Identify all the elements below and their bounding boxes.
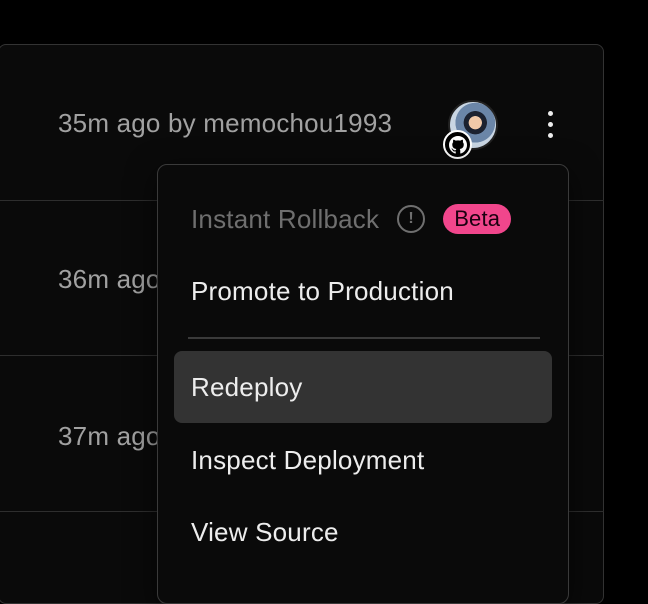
menu-item-instant-rollback[interactable]: Instant Rollback ! Beta	[174, 183, 552, 255]
menu-item-redeploy[interactable]: Redeploy	[174, 351, 552, 423]
menu-item-view-source[interactable]: View Source	[174, 496, 552, 568]
menu-divider	[188, 337, 540, 339]
github-icon	[443, 130, 472, 159]
deployment-meta: 35m ago by memochou1993	[58, 108, 393, 138]
deployment-meta: 37m ago	[58, 421, 161, 451]
context-menu: Instant Rollback ! Beta Promote to Produ…	[157, 164, 569, 604]
instant-rollback-label: Instant Rollback	[191, 203, 380, 234]
more-options-button[interactable]	[534, 104, 566, 144]
vertical-ellipsis-icon	[547, 110, 553, 116]
beta-badge: Beta	[443, 204, 512, 234]
menu-item-promote-to-production[interactable]: Promote to Production	[174, 255, 552, 327]
deployment-meta: 36m ago	[58, 264, 161, 294]
info-icon[interactable]: !	[397, 205, 426, 233]
menu-item-inspect-deployment[interactable]: Inspect Deployment	[174, 424, 552, 496]
